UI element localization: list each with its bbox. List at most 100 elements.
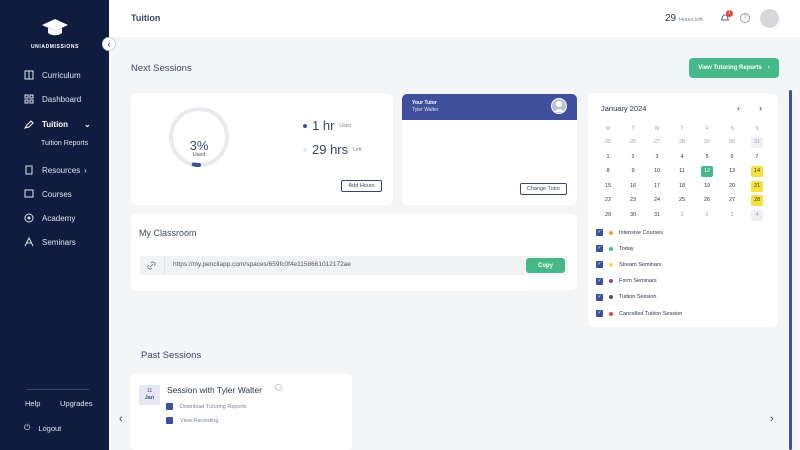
user-icon [554, 101, 564, 112]
logo[interactable]: UNIADMISSIONS [30, 17, 80, 50]
legend-dot [609, 279, 613, 284]
calendar-day[interactable]: 7 [751, 152, 763, 163]
calendar-day[interactable]: 2 [701, 210, 713, 221]
calendar-day[interactable]: 11 [676, 166, 688, 177]
calendar-day[interactable]: 17 [651, 181, 663, 192]
sidebar-item-dashboard[interactable]: Dashboard [24, 93, 81, 105]
calendar-day[interactable]: 26 [701, 195, 713, 206]
calendar-day[interactable]: 28 [751, 195, 763, 206]
legend-item[interactable]: ✓ Stream Seminars [596, 260, 662, 269]
legend-item[interactable]: ✓ Form Seminars [596, 277, 657, 286]
checkbox[interactable]: ✓ [596, 229, 603, 236]
view-recording-link[interactable]: View Recording [166, 417, 218, 424]
calendar-day[interactable]: 20 [726, 181, 738, 192]
calendar-day[interactable]: 1 [676, 210, 688, 221]
legend-item[interactable]: ✓ Intensive Courses [596, 228, 663, 237]
help-icon[interactable]: ? [740, 13, 750, 23]
weekday-header: F [705, 126, 709, 132]
hours-used-value: 1 hr [312, 118, 335, 133]
copy-button[interactable]: Copy [526, 258, 565, 273]
calendar-day[interactable]: 27 [726, 195, 738, 206]
calendar-day[interactable]: 13 [726, 166, 738, 177]
calendar-day[interactable]: 22 [602, 195, 614, 206]
checkbox[interactable]: ✓ [596, 245, 603, 253]
calendar-day[interactable]: 15 [602, 181, 614, 192]
calendar-day[interactable]: 27 [651, 137, 663, 148]
logout-button[interactable]: ⏻ Logout [24, 423, 61, 433]
checkbox[interactable]: ✓ [596, 277, 603, 285]
avatar[interactable] [760, 9, 779, 28]
calendar-day[interactable]: 4 [676, 152, 688, 163]
legend-item[interactable]: ✓ Cancelled Tuition Session [596, 309, 682, 318]
next-month-button[interactable]: › [759, 103, 762, 113]
download-reports-link[interactable]: Download Tutoring Reports [166, 403, 247, 410]
calendar-day[interactable]: 24 [651, 195, 663, 206]
sidebar-item-curriculum[interactable]: Curriculum [24, 69, 81, 81]
link-icon [147, 261, 156, 270]
legend-label: Tuition Session [619, 294, 657, 301]
upgrades-link[interactable]: Upgrades [60, 399, 93, 408]
calendar-day[interactable]: 9 [627, 166, 639, 177]
calendar-day[interactable]: 1 [602, 152, 614, 163]
calendar-day[interactable]: 14 [751, 166, 763, 177]
calendar-day[interactable]: 21 [751, 180, 763, 192]
calendar-day[interactable]: 28 [676, 137, 688, 148]
usage-used-label: Used [192, 152, 206, 158]
divider [27, 389, 89, 390]
calendar-day[interactable]: 2 [627, 152, 639, 163]
calendar-day[interactable]: 3 [651, 152, 663, 163]
sidebar-item-resources[interactable]: Resources › [24, 164, 87, 176]
change-tutor-button[interactable]: Change Tutor [520, 183, 567, 195]
help-link[interactable]: Help [25, 399, 40, 408]
sidebar-item-seminars[interactable]: Seminars [24, 236, 76, 248]
calendar-day[interactable]: 31 [751, 137, 763, 148]
view-tutoring-reports-button[interactable]: View Tutoring Reports › [689, 58, 779, 78]
scrollbar[interactable] [789, 90, 792, 450]
sidebar-item-courses[interactable]: Courses [24, 188, 72, 200]
calendar-day[interactable]: 25 [676, 195, 688, 206]
sidebar-item-academy[interactable]: Academy [24, 212, 75, 224]
calendar-day[interactable]: 31 [651, 210, 663, 221]
calendar-day[interactable]: 23 [627, 195, 639, 206]
tutor-header: Your Tutor Tyler Walter [402, 94, 577, 120]
carousel-prev-button[interactable]: ‹ [119, 413, 123, 425]
checkbox[interactable]: ✓ [596, 293, 603, 301]
add-hours-button[interactable]: Add Hours [341, 180, 382, 192]
classroom-title: My Classroom [139, 228, 197, 238]
collapse-sidebar-button[interactable]: ‹ [102, 37, 116, 51]
calendar-day[interactable]: 25 [602, 137, 614, 148]
hours-left-stat-value: 29 hrs [312, 142, 349, 157]
calendar-day[interactable]: 26 [627, 137, 639, 148]
calendar-day[interactable]: 16 [627, 181, 639, 192]
calendar-day[interactable]: 6 [726, 152, 738, 163]
calendar-day[interactable]: 29 [701, 137, 713, 148]
calendar-day[interactable]: 18 [676, 181, 688, 192]
session-day: 11 [146, 388, 153, 394]
calendar-day[interactable]: 5 [701, 152, 713, 163]
calendar-day[interactable]: 29 [602, 210, 614, 221]
calendar-day[interactable]: 10 [651, 166, 663, 177]
calendar-day[interactable]: 8 [602, 166, 614, 177]
checkbox[interactable]: ✓ [596, 261, 603, 269]
past-session-card[interactable]: 11 Jan Session with Tyler Walter i Downl… [130, 374, 352, 450]
calendar-day[interactable]: 30 [726, 137, 738, 148]
tutor-card: Your Tutor Tyler Walter Change Tutor [402, 94, 577, 205]
calendar-day[interactable]: 30 [627, 210, 639, 221]
info-icon[interactable]: i [275, 384, 282, 391]
legend-item[interactable]: ✓ Tuition Session [596, 293, 656, 302]
calendar-day[interactable]: 12 [701, 166, 713, 177]
logout-label: Logout [38, 423, 62, 433]
tutor-name: Tyler Walter [412, 107, 439, 113]
sidebar-subitem-tuition-reports[interactable]: Tuition Reports [41, 140, 88, 147]
calendar-day[interactable]: 3 [726, 210, 738, 221]
sidebar-item-tuition[interactable]: Tuition ⌄ [24, 118, 91, 130]
document-icon [24, 165, 34, 175]
legend-item[interactable]: ✓ Today [596, 244, 634, 253]
used-dot [303, 123, 307, 128]
prev-month-button[interactable]: ‹ [737, 103, 740, 113]
calendar-day[interactable]: 4 [751, 209, 763, 221]
checkbox[interactable]: ✓ [596, 310, 603, 317]
calendar-day[interactable]: 19 [701, 181, 713, 192]
carousel-next-button[interactable]: › [770, 413, 774, 425]
sidebar-item-label: Courses [42, 189, 72, 199]
